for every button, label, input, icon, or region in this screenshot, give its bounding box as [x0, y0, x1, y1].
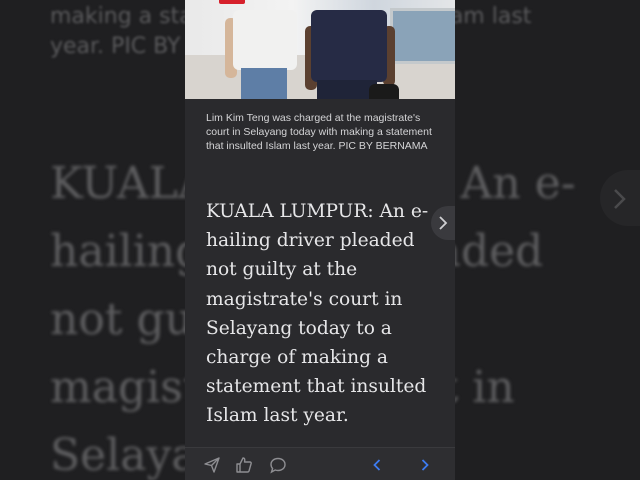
article-photo	[185, 0, 455, 99]
prev-icon[interactable]	[368, 456, 386, 474]
background-next-arrow	[600, 170, 640, 226]
share-icon[interactable]	[203, 456, 221, 474]
photo-caption: Lim Kim Teng was charged at the magistra…	[206, 112, 432, 152]
comment-icon[interactable]	[269, 456, 287, 474]
article-panel[interactable]: Lim Kim Teng was charged at the magistra…	[185, 0, 455, 480]
red-badge	[219, 0, 245, 4]
chevron-right-icon	[439, 216, 448, 230]
like-icon[interactable]	[235, 456, 253, 474]
bottom-toolbar	[185, 447, 455, 480]
chevron-right-icon	[614, 189, 626, 209]
article-body: KUALA LUMPUR: An e-hailing driver pleade…	[206, 201, 429, 427]
next-icon[interactable]	[416, 456, 434, 474]
